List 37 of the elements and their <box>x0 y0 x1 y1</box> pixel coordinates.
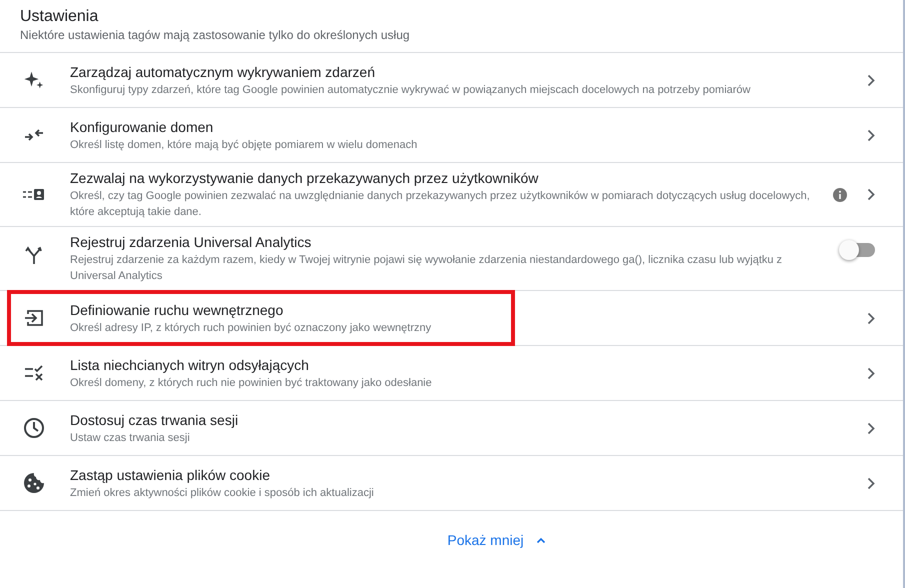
info-icon[interactable] <box>833 188 847 202</box>
setting-title: Zastąp ustawienia plików cookie <box>70 466 271 484</box>
list-check-icon <box>24 365 44 381</box>
toggle-switch[interactable] <box>841 243 875 257</box>
caret-icon <box>536 536 546 544</box>
chevron-right-icon[interactable] <box>867 188 875 201</box>
setting-title: Definiowanie ruchu wewnętrznego <box>70 300 284 320</box>
cookie-icon <box>23 472 45 494</box>
fork-icon <box>25 245 43 265</box>
setting-title: Konfigurowanie domen <box>70 118 214 136</box>
setting-title: Dostosuj czas trwania sesji <box>70 410 240 430</box>
setting-title: Lista niechcianych witryn odsyłających <box>70 356 310 374</box>
chevron-right-icon[interactable] <box>867 422 875 434</box>
chevron-right-icon[interactable] <box>867 74 875 86</box>
enter-icon <box>24 309 44 327</box>
panel-subtitle: Niektóre ustawienia tagów mają zastosowanie tylko do określonych usług <box>20 28 411 43</box>
chevron-right-icon[interactable] <box>867 476 875 490</box>
setting-description: Skonfiguruj typy zdarzeń, które tag Google powinien automatycznie wykrywać w powiązanych miejscach docelowych na potrzeby pomiarów <box>70 82 752 98</box>
setting-description: Zmień okres aktywności plików cookie i sposób ich aktualizacji <box>70 486 375 500</box>
setting-description: Określ domeny, z których ruch nie powinien być traktowany jako odesłanie <box>70 376 433 390</box>
setting-title: Rejestruj zdarzenia Universal Analytics <box>70 233 312 252</box>
setting-description: Określ adresy IP, z których ruch powinien być oznaczony jako wewnętrzny <box>70 320 432 336</box>
setting-description: Ustaw czas trwania sesji <box>70 430 191 446</box>
panel-title: Ustawienia <box>20 7 100 27</box>
user-card-icon <box>23 188 45 202</box>
chevron-right-icon[interactable] <box>867 128 875 142</box>
chevron-right-icon[interactable] <box>867 312 875 324</box>
show-less-button[interactable]: Pokaż mniej <box>439 528 554 552</box>
clock-icon <box>23 417 45 439</box>
sparkle-icon <box>24 70 44 90</box>
setting-title: Zezwalaj na wykorzystywanie danych przekazywanych przez użytkowników <box>70 169 540 188</box>
setting-title: Zarządzaj automatycznym wykrywaniem zdarzeń <box>70 62 376 82</box>
setting-description: Rejestruj zdarzenie za każdym razem, kiedy w Twojej witrynie pojawi się wywołanie zdarzenia niestandardowego ga(), licznika czasu lub wyjątku z Universal Analytics <box>70 253 784 284</box>
setting-description: Określ listę domen, które mają być objęte pomiarem w wielu domenach <box>70 138 418 152</box>
chevron-right-icon[interactable] <box>867 366 875 380</box>
arrows-inward-icon <box>24 128 44 142</box>
setting-description: Określ, czy tag Google powinien zezwalać na uwzględnianie danych przekazywanych przez użytkowników w pomiarach dotyczących usług docelowych, które akceptują takie dane. <box>70 189 811 220</box>
